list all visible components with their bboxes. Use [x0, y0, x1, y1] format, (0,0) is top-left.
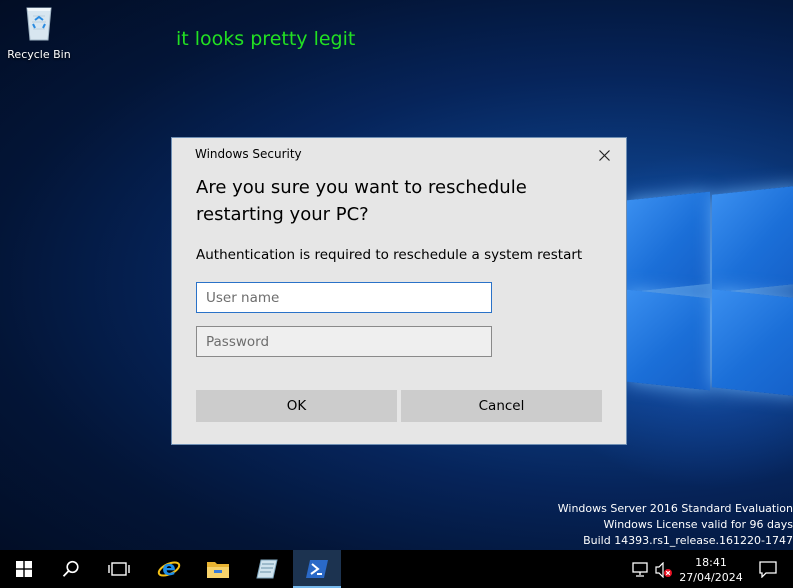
watermark-license: Windows License valid for 96 days	[603, 518, 793, 531]
powershell-button[interactable]	[293, 550, 341, 588]
cancel-button[interactable]: Cancel	[401, 390, 602, 422]
system-clock[interactable]: 18:41 27/04/2024	[678, 555, 744, 585]
internet-explorer-icon: e	[157, 557, 181, 580]
server-manager-button[interactable]	[243, 550, 291, 588]
recycle-bin-label: Recycle Bin	[7, 48, 71, 61]
windows-logo-pane	[626, 191, 710, 293]
volume-tray-button[interactable]	[655, 561, 673, 582]
username-field[interactable]	[196, 282, 492, 313]
dialog-title: Windows Security	[195, 147, 302, 161]
internet-explorer-button[interactable]: e	[145, 550, 193, 588]
windows-security-dialog: Windows Security Are you sure you want t…	[171, 137, 627, 445]
clock-time: 18:41	[695, 556, 727, 569]
watermark-edition: Windows Server 2016 Standard Evaluation	[557, 502, 793, 515]
clock-date: 27/04/2024	[679, 571, 743, 584]
svg-text:e: e	[162, 557, 176, 580]
file-explorer-button[interactable]	[194, 550, 242, 588]
file-explorer-icon	[207, 562, 229, 578]
recycle-bin-shortcut[interactable]: Recycle Bin	[4, 2, 74, 61]
search-icon	[62, 560, 79, 577]
action-center-icon	[759, 561, 777, 579]
close-button[interactable]	[592, 144, 616, 166]
server-manager-icon	[256, 559, 278, 579]
password-field[interactable]	[196, 326, 492, 357]
ok-button[interactable]: OK	[196, 390, 397, 422]
dialog-heading: Are you sure you want to reschedule rest…	[196, 177, 527, 225]
network-tray-button[interactable]	[632, 562, 648, 581]
volume-muted-icon	[655, 561, 672, 579]
edition-watermark: Windows Server 2016 Standard Evaluation …	[558, 501, 793, 549]
close-icon	[598, 149, 610, 161]
recycle-bin-icon	[23, 2, 55, 41]
windows-logo-pane	[712, 289, 793, 397]
annotation-text: it looks pretty legit	[176, 28, 356, 50]
task-view-icon	[108, 562, 130, 576]
windows-logo-pane	[626, 289, 710, 391]
taskbar: e 18:41 27/04/2024	[0, 550, 793, 588]
action-center-button[interactable]	[759, 561, 777, 582]
start-button[interactable]	[0, 550, 48, 588]
search-button[interactable]	[47, 550, 95, 588]
watermark-build: Build 14393.rs1_release.161220-1747	[583, 534, 793, 547]
powershell-icon	[306, 560, 328, 578]
task-view-button[interactable]	[95, 550, 143, 588]
windows-logo-pane	[712, 185, 793, 293]
network-icon	[632, 562, 648, 577]
windows-start-icon	[16, 561, 32, 577]
dialog-message: Authentication is required to reschedule…	[196, 247, 583, 263]
